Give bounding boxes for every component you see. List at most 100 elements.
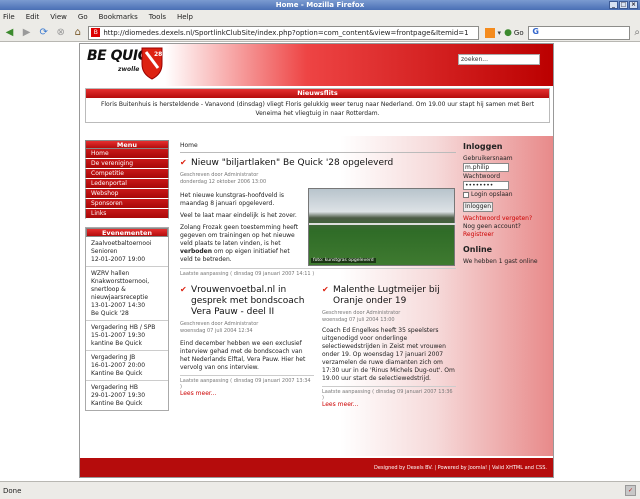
article1-p3: Zolang Frozak geen toestemming heeft geg… (180, 224, 304, 264)
site-favicon: B (91, 28, 101, 37)
menu-tools[interactable]: Tools (149, 13, 166, 21)
site-container: BE QUICK zwolle 28 zoeken... Nieuwsflits… (79, 43, 554, 478)
window-title: Home - Mozilla Firefox (275, 1, 365, 9)
event-text: Vergadering JB 16-01-2007 20:00 Kantine … (91, 354, 146, 377)
article2-title[interactable]: ✔ Vrouwenvoetbal.nl in gesprek met bonds… (180, 285, 314, 318)
menu-view[interactable]: View (50, 13, 67, 21)
menu-item-links[interactable]: Links (85, 209, 169, 219)
menu-item-vereniging[interactable]: De vereniging (85, 159, 169, 169)
reload-icon[interactable]: ⟳ (37, 26, 50, 40)
menu-file[interactable]: File (3, 13, 15, 21)
events-box: Evenementen Zaalvoetbaltoernooi Senioren… (85, 227, 169, 411)
login-button[interactable]: Inloggen (463, 202, 493, 212)
event-item[interactable]: Vergadering HB 29-01-2007 19:30 Kantine … (86, 381, 168, 410)
article3-title[interactable]: ✔ Malenthe Lugtmeijer bij Oranje onder 1… (322, 285, 456, 307)
article2: ✔ Vrouwenvoetbal.nl in gesprek met bonds… (180, 285, 314, 408)
menu-help[interactable]: Help (177, 13, 193, 21)
username-field[interactable]: m.philip (463, 163, 509, 172)
event-text: Vergadering HB 29-01-2007 19:30 Kantine … (91, 384, 146, 407)
google-search-icon: G (532, 26, 539, 36)
menu-item-home[interactable]: Home (85, 149, 169, 159)
article2-body: Eind december hebben we een exclusief in… (180, 340, 306, 371)
menu-edit[interactable]: Edit (26, 13, 40, 21)
status-bar: Done ✓ (0, 481, 640, 499)
url-dropdown-icon[interactable]: ▾ (498, 29, 502, 37)
search-magnifier-icon[interactable]: ⌕ (634, 27, 640, 38)
menu-bookmarks[interactable]: Bookmarks (99, 13, 138, 21)
event-text: WZRV hallen Knakworsttoernooi, snertloop… (91, 270, 150, 317)
password-field[interactable]: •••••••• (463, 181, 509, 190)
go-label: Go (513, 28, 524, 37)
site-search-input[interactable]: zoeken... (458, 54, 540, 65)
maximize-button[interactable]: □ (619, 1, 628, 9)
stop-icon[interactable]: ⊗ (54, 26, 67, 40)
article3: ✔ Malenthe Lugtmeijer bij Oranje onder 1… (322, 285, 456, 408)
article3-readmore-link[interactable]: Lees meer... (322, 401, 456, 408)
event-item[interactable]: Vergadering HB / SPB 15-01-2007 19:30 ka… (86, 321, 168, 351)
register-link[interactable]: Registreer (463, 231, 494, 238)
no-account-text: Nog geen account? (463, 223, 521, 230)
photo-caption: foto: kunstgras opgeleverd (311, 258, 376, 263)
article3-date: woensdag 07 juli 2004 13:00 (322, 317, 395, 323)
breadcrumb-divider (180, 152, 456, 153)
forgot-password-link[interactable]: Wachtwoord vergeten? (463, 215, 553, 223)
left-column: Menu Home De vereniging Competitie Leden… (85, 140, 169, 411)
article1-author: Geschreven door Administrator (180, 172, 259, 178)
event-text: Zaalvoetbaltoernooi Senioren 12-01-2007 … (91, 240, 152, 263)
forward-icon[interactable]: ▶ (20, 26, 33, 40)
article2-date: woensdag 07 juli 2004 12:34 (180, 328, 253, 334)
menu-item-sponsoren[interactable]: Sponsoren (85, 199, 169, 209)
remember-label: Login opslaan (471, 191, 513, 198)
close-button[interactable]: × (629, 1, 638, 9)
menu-item-webshop[interactable]: Webshop (85, 189, 169, 199)
article1-lastmod: Laatste aanpassing ( dinsdag 09 januari … (180, 268, 456, 277)
login-header: Inloggen (463, 142, 503, 151)
event-item[interactable]: Zaalvoetbaltoernooi Senioren 12-01-2007 … (86, 237, 168, 267)
article-pin-icon: ✔ (180, 285, 187, 294)
article1-p3-bold: verboden (180, 248, 212, 255)
go-button[interactable]: ● Go (504, 28, 524, 38)
article1-title[interactable]: ✔ Nieuw "biljartlaken" Be Quick '28 opge… (180, 158, 460, 169)
url-text: http://diomedes.dexels.nl/SportlinkClubS… (103, 28, 469, 37)
news-flash-text: Floris Buitenhuis is hersteldende - Vana… (100, 101, 535, 117)
online-header: Online (463, 245, 493, 254)
window-controls: _ □ × (609, 1, 638, 9)
right-column: Inloggen Gebruikersnaam m.philip Wachtwo… (463, 142, 553, 266)
article3-body: Coach Ed Engelkes heeft 35 speelsters ui… (322, 327, 455, 382)
menu-go[interactable]: Go (78, 13, 88, 21)
shield-year: 28 (154, 51, 162, 58)
article3-title-text: Malenthe Lugtmeijer bij Oranje onder 19 (333, 285, 440, 306)
minimize-button[interactable]: _ (609, 1, 618, 9)
go-arrow-icon: ● (504, 27, 512, 38)
article3-lastmod: Laatste aanpassing ( dinsdag 09 januari … (322, 386, 456, 401)
status-text: Done (3, 486, 22, 495)
browser-search-input[interactable]: G (527, 25, 631, 40)
news-flash-box: Nieuwsflits Floris Buitenhuis is herstel… (85, 88, 550, 123)
back-icon[interactable]: ◀ (3, 26, 16, 40)
article1-p1: Het nieuwe kunstgras-hoofdveld is maanda… (180, 192, 285, 207)
url-bar[interactable]: B http://diomedes.dexels.nl/SportlinkClu… (88, 25, 479, 40)
site-header: BE QUICK zwolle 28 zoeken... (80, 44, 553, 86)
rss-feed-icon[interactable] (484, 27, 495, 38)
article1-title-text: Nieuw "biljartlaken" Be Quick '28 opgele… (191, 158, 394, 168)
article-pin-icon: ✔ (322, 285, 329, 294)
home-icon[interactable]: ⌂ (71, 26, 84, 40)
remember-checkbox[interactable] (463, 191, 469, 198)
article1-photo: foto: kunstgras opgeleverd (308, 188, 456, 266)
event-item[interactable]: Vergadering JB 16-01-2007 20:00 Kantine … (86, 351, 168, 381)
menu-item-competitie[interactable]: Competitie (85, 169, 169, 179)
menu-item-ledenportal[interactable]: Ledenportal (85, 179, 169, 189)
photo-fence (309, 223, 456, 225)
article2-title-text: Vrouwenvoetbal.nl in gesprek met bondsco… (191, 285, 305, 317)
username-label: Gebruikersnaam (463, 155, 513, 162)
window-titlebar: Home - Mozilla Firefox _ □ × (0, 0, 640, 10)
breadcrumb: Home (180, 142, 198, 149)
event-item[interactable]: WZRV hallen Knakworsttoernooi, snertloop… (86, 267, 168, 321)
article1-body: Het nieuwe kunstgras-hoofdveld is maanda… (180, 192, 304, 264)
remember-login[interactable]: Login opslaan (463, 191, 553, 198)
site-logo-sub: zwolle (118, 66, 140, 73)
navigation-toolbar: ◀ ▶ ⟳ ⊗ ⌂ B http://diomedes.dexels.nl/Sp… (0, 24, 640, 42)
status-indicator-icon[interactable]: ✓ (625, 485, 636, 496)
article2-readmore-link[interactable]: Lees meer... (180, 390, 314, 397)
club-shield-icon: 28 (141, 47, 163, 80)
